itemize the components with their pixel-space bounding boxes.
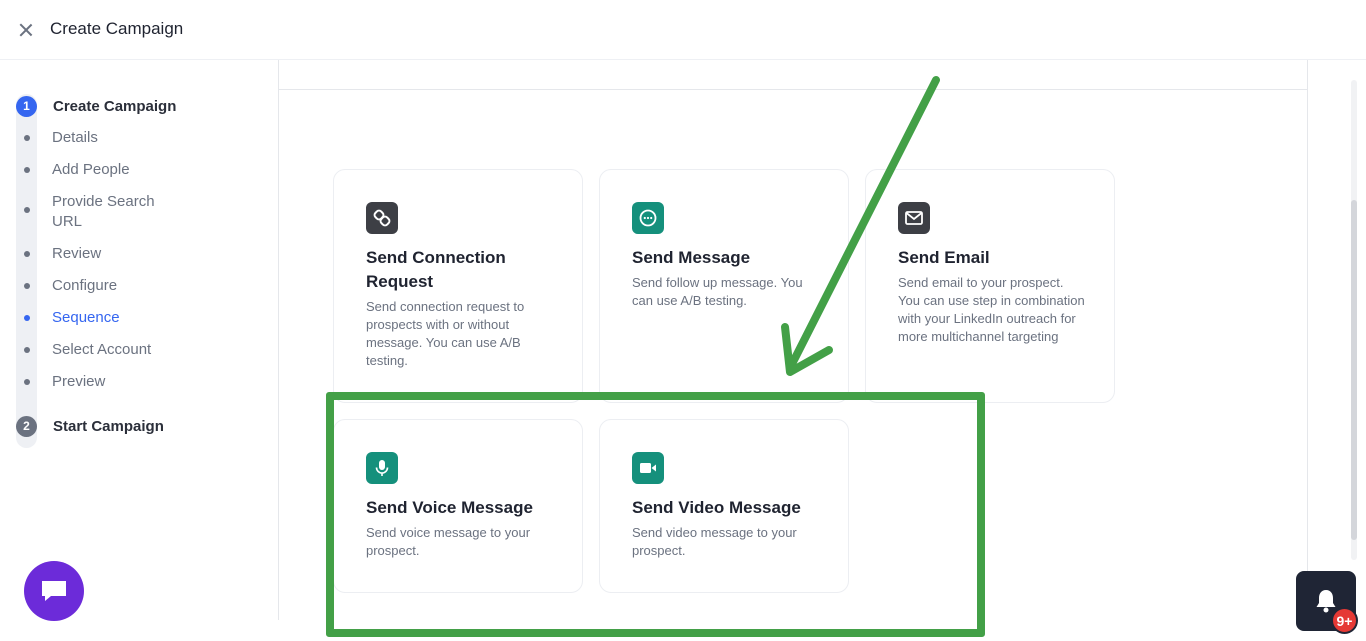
chat-icon (42, 581, 66, 601)
notification-count-badge: 9+ (1331, 607, 1358, 634)
chat-support-button[interactable] (24, 561, 84, 621)
annotation-highlight-box (326, 392, 985, 637)
